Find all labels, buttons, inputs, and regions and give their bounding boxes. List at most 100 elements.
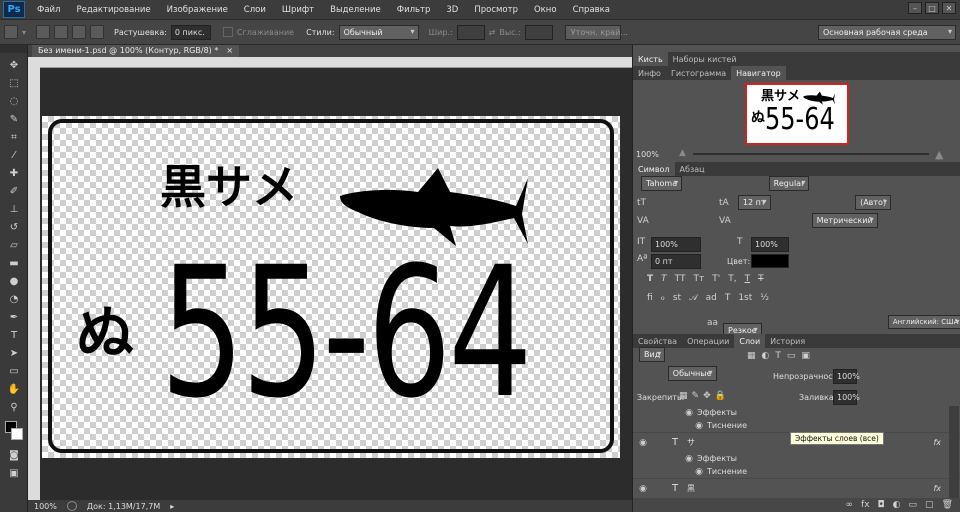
fill-input[interactable]: 100% <box>833 390 860 405</box>
stylistic-alternates-button[interactable]: ad <box>706 293 717 303</box>
layer-effect-row[interactable]: ◉ Тиснение <box>633 419 960 432</box>
horizontal-scale-input[interactable]: 100% <box>751 237 789 252</box>
lock-all-icon[interactable]: 🔒 <box>715 391 726 401</box>
ligatures-button[interactable]: fi <box>647 293 653 303</box>
screen-mode-icon[interactable]: ▣ <box>3 465 25 481</box>
faux-italic-button[interactable]: T <box>661 274 667 284</box>
eye-icon[interactable]: ◉ <box>635 484 651 494</box>
menu-select[interactable]: Выделение <box>322 5 389 15</box>
new-selection-icon[interactable] <box>36 25 51 39</box>
all-caps-button[interactable]: TT <box>675 274 686 284</box>
document-tab[interactable]: Без имени-1.psd @ 100% (Контур, RGB/8) *… <box>32 45 240 57</box>
close-button[interactable]: ✕ <box>942 2 956 14</box>
strikethrough-button[interactable]: T <box>758 274 764 284</box>
chevron-down-icon[interactable]: ▾ <box>22 28 26 37</box>
font-style-select[interactable]: Regular <box>768 176 810 191</box>
old-style-button[interactable]: ℴ <box>661 293 665 303</box>
leading-select[interactable]: (Авто) <box>855 195 892 210</box>
path-select-icon[interactable]: ➤ <box>3 345 25 361</box>
type-filter-icon[interactable]: T <box>775 351 781 361</box>
antialias-checkbox[interactable] <box>222 27 233 37</box>
layers-scrollbar[interactable] <box>949 406 959 498</box>
smart-object-filter-icon[interactable]: ▣ <box>801 351 810 361</box>
menu-image[interactable]: Изображение <box>159 5 236 15</box>
width-input[interactable] <box>456 24 485 40</box>
menu-help[interactable]: Справка <box>565 5 618 15</box>
menu-edit[interactable]: Редактирование <box>68 5 158 15</box>
type-icon[interactable]: T <box>3 327 25 343</box>
tab-properties[interactable]: Свойства <box>633 334 682 348</box>
zoom-in-icon[interactable]: ▲ <box>935 148 943 161</box>
font-size-select[interactable]: 12 пт <box>737 195 771 210</box>
new-layer-icon[interactable]: ▢ <box>925 500 934 510</box>
intersect-selection-icon[interactable] <box>90 25 105 39</box>
blur-icon[interactable]: ● <box>3 273 25 289</box>
stamp-icon[interactable]: ⊥ <box>3 201 25 217</box>
tab-navigator[interactable]: Навигатор <box>731 66 786 80</box>
zoom-icon[interactable]: ⚲ <box>3 399 25 415</box>
style-select[interactable]: Обычный <box>338 24 419 40</box>
move-icon[interactable]: ✥ <box>3 57 25 73</box>
menu-filter[interactable]: Фильтр <box>389 5 439 15</box>
eraser-icon[interactable]: ▱ <box>3 237 25 253</box>
tab-actions[interactable]: Операции <box>682 334 734 348</box>
quick-select-icon[interactable]: ✎ <box>3 111 25 127</box>
maximize-button[interactable]: □ <box>925 2 939 14</box>
dodge-icon[interactable]: ◔ <box>3 291 25 307</box>
quick-mask-icon[interactable]: ◙ <box>3 447 25 463</box>
vertical-scale-input[interactable]: 100% <box>651 237 701 252</box>
tab-brush[interactable]: Кисть <box>633 52 668 66</box>
tab-character[interactable]: Символ <box>633 162 675 176</box>
eye-icon[interactable]: ◉ <box>691 421 707 431</box>
lock-position-icon[interactable]: ✥ <box>703 391 711 401</box>
gradient-icon[interactable]: ▬ <box>3 255 25 271</box>
blend-mode-select[interactable]: Обычные <box>667 366 717 381</box>
tab-info[interactable]: Инфо <box>633 66 666 80</box>
add-mask-icon[interactable]: ◘ <box>878 500 885 510</box>
subscript-button[interactable]: T, <box>728 274 736 284</box>
layer-effects-row[interactable]: ◉ Эффекты <box>633 406 960 419</box>
tab-histogram[interactable]: Гистограмма <box>666 66 731 80</box>
menu-view[interactable]: Просмотр <box>466 5 526 15</box>
add-style-icon[interactable]: fx <box>861 500 870 510</box>
color-swatches[interactable] <box>3 419 24 443</box>
add-selection-icon[interactable] <box>54 25 69 39</box>
close-tab-icon[interactable]: × <box>226 46 233 56</box>
font-family-select[interactable]: Tahoma <box>641 176 683 191</box>
adjustment-filter-icon[interactable]: ◐ <box>762 351 770 361</box>
tab-history[interactable]: История <box>765 334 810 348</box>
subtract-selection-icon[interactable] <box>72 25 87 39</box>
swash-button[interactable]: 𝒜 <box>689 293 698 303</box>
marquee-icon[interactable]: ⬚ <box>3 75 25 91</box>
status-menu-icon[interactable]: ▸ <box>170 502 174 511</box>
feather-input[interactable]: 0 пикс. <box>170 24 211 40</box>
swap-icon[interactable]: ⇄ <box>489 28 496 37</box>
fractions-button[interactable]: ½ <box>760 293 769 303</box>
layer-effects-row[interactable]: ◉ Эффекты <box>633 452 960 465</box>
zoom-level[interactable]: 100% <box>34 502 57 511</box>
delete-layer-icon[interactable]: 🗑 <box>942 500 953 510</box>
opacity-input[interactable]: 100% <box>833 369 860 384</box>
titling-button[interactable]: T <box>725 293 731 303</box>
lock-transparent-icon[interactable]: ▦ <box>679 391 688 401</box>
link-layers-icon[interactable]: ∞ <box>846 500 854 510</box>
pen-icon[interactable]: ✒ <box>3 309 25 325</box>
shape-filter-icon[interactable]: ▭ <box>787 351 796 361</box>
faux-bold-button[interactable]: T <box>647 274 653 284</box>
eye-icon[interactable]: ◉ <box>681 408 697 418</box>
adjustment-layer-icon[interactable]: ◐ <box>893 500 901 510</box>
nav-zoom-value[interactable]: 100% <box>636 150 659 159</box>
menu-type[interactable]: Шрифт <box>274 5 322 15</box>
minimize-button[interactable]: – <box>908 2 922 14</box>
lasso-icon[interactable]: ◌ <box>3 93 25 109</box>
eye-icon[interactable]: ◉ <box>681 454 697 464</box>
navigator-preview[interactable]: 黒サメ ぬ 55-64 <box>745 83 849 145</box>
layer-effect-row[interactable]: ◉ Тиснение <box>633 465 960 478</box>
menu-window[interactable]: Окно <box>526 5 565 15</box>
zoom-out-icon[interactable]: ▲ <box>679 148 686 158</box>
menu-layers[interactable]: Слои <box>236 5 274 15</box>
fx-icon[interactable]: fx <box>933 438 941 447</box>
status-icon[interactable] <box>66 501 77 511</box>
eye-icon[interactable]: ◉ <box>691 467 707 477</box>
background-color[interactable] <box>11 428 23 440</box>
